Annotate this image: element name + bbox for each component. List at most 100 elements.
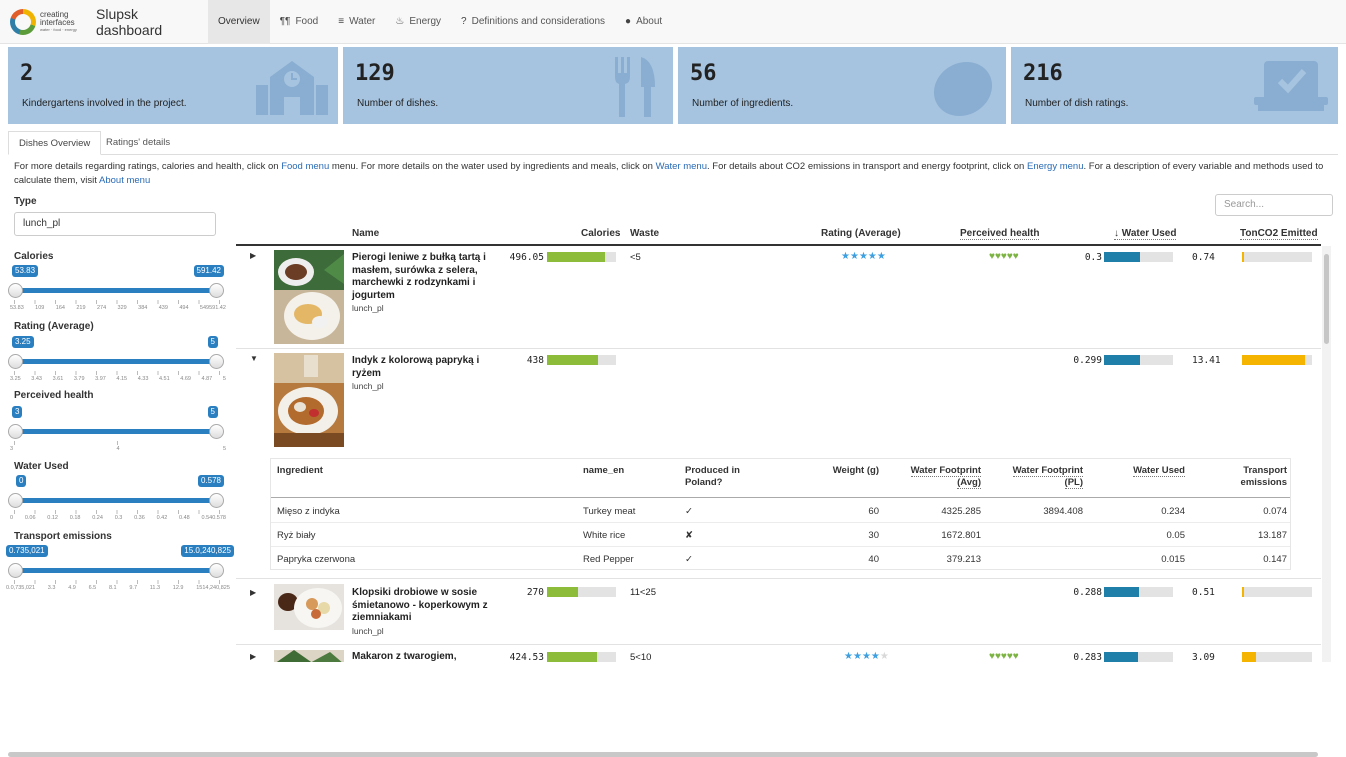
- water-slider[interactable]: 0 0.578 0 0.06 0.12 0.18 0.24 0.3 0.36 0.42 0.48…: [8, 471, 226, 521]
- grid-label: 4.9: [68, 585, 76, 591]
- col-transport[interactable]: Transport emissions: [1221, 465, 1287, 489]
- nav-about[interactable]: ● About: [615, 0, 672, 44]
- col-ingredient[interactable]: Ingredient: [277, 465, 323, 477]
- slider-max-handle[interactable]: [209, 493, 224, 508]
- health-slider[interactable]: 3 5 3 4 5: [8, 402, 226, 452]
- row-divider: [271, 546, 1290, 547]
- slider-range: [14, 498, 214, 503]
- slider-max-handle[interactable]: [209, 424, 224, 439]
- col-health[interactable]: Perceived health: [960, 228, 1040, 240]
- transport-slider[interactable]: 0.735,021 15.0,240,825 0.0,735,021 3.3 4.9…: [6, 541, 234, 591]
- nav-water[interactable]: ≡ Water: [328, 0, 385, 44]
- type-select[interactable]: lunch_pl: [14, 212, 216, 236]
- ingredient-name: Ryż biały: [277, 530, 316, 541]
- star-icon: ★: [870, 651, 880, 662]
- bars-icon: ≡: [338, 16, 345, 27]
- slider-range: [14, 288, 214, 293]
- about-menu-link[interactable]: About menu: [99, 175, 150, 186]
- search-input[interactable]: Search...: [1215, 194, 1333, 216]
- wf-avg-value: 1672.801: [941, 530, 981, 541]
- col-wf-avg[interactable]: Water Footprint (Avg): [903, 465, 981, 489]
- co2-bar-fill: [1242, 587, 1245, 597]
- calories-bar-fill: [547, 355, 599, 365]
- page-horizontal-scrollbar[interactable]: [8, 752, 1318, 757]
- check-box-icon: [1254, 61, 1328, 111]
- grid-label: 219: [76, 305, 86, 311]
- dish-name-text: Klopsiki drobiowe w sosie śmietanowo - k…: [352, 587, 488, 623]
- col-name-en[interactable]: name_en: [583, 465, 624, 477]
- grid-label: 3.3: [47, 585, 56, 591]
- tab-ratings-details[interactable]: Ratings' details: [96, 131, 180, 155]
- dish-photo: [274, 353, 344, 447]
- calories-bar: [547, 587, 616, 597]
- nav-definitions[interactable]: ? Definitions and considerations: [451, 0, 615, 44]
- slider-max-value: 5: [207, 336, 218, 348]
- grid-label: 4.33: [137, 376, 149, 382]
- app-title: Slupsk dashboard: [96, 5, 163, 38]
- calories-value: 438: [526, 355, 544, 366]
- dish-name: Makaron z twarogiem,: [352, 651, 492, 662]
- energy-menu-link[interactable]: Energy menu: [1027, 161, 1084, 172]
- slider-range: [14, 429, 214, 434]
- calories-slider[interactable]: 53.83 591.42 53.83 109 164 219 274 329 384 439 4…: [8, 261, 226, 311]
- row-divider: [271, 522, 1290, 523]
- nav-energy[interactable]: ♨ Energy: [385, 0, 451, 44]
- col-rating[interactable]: Rating (Average): [821, 228, 901, 239]
- col-wf-pl[interactable]: Water Footprint (PL): [1005, 465, 1083, 489]
- grid-label: 109: [35, 305, 45, 311]
- info-text-part: menu. For more details on the water used…: [329, 161, 656, 172]
- col-calories[interactable]: Calories: [581, 228, 620, 239]
- col-waste[interactable]: Waste: [630, 228, 659, 239]
- grid-label: 0.06: [24, 515, 36, 521]
- expand-icon[interactable]: ▶: [250, 588, 256, 597]
- slider-max-handle[interactable]: [209, 283, 224, 298]
- water-bar-fill: [1104, 355, 1140, 365]
- grid-label: 5: [222, 376, 226, 382]
- col-produced[interactable]: Produced in Poland?: [685, 465, 765, 489]
- slider-min-handle[interactable]: [8, 563, 23, 578]
- col-water-used[interactable]: Water Used: [1117, 465, 1185, 477]
- star-icon: ★: [844, 651, 853, 662]
- school-icon: [256, 61, 328, 115]
- dish-name: Pierogi leniwe z bułką tartą i masłem, s…: [352, 252, 492, 315]
- slider-min-handle[interactable]: [8, 424, 23, 439]
- grid-label: 329: [117, 305, 127, 311]
- grid-label: 5: [222, 446, 226, 452]
- nav-overview[interactable]: Overview: [208, 0, 270, 44]
- star-icon: ★: [849, 251, 859, 262]
- logo-ring-icon: [10, 8, 36, 35]
- rating-stars: ★★★★★: [844, 651, 889, 662]
- value-box-ratings: 216 Number of dish ratings.: [1011, 47, 1338, 124]
- slider-min-handle[interactable]: [8, 354, 23, 369]
- expand-icon[interactable]: ▶: [250, 251, 256, 260]
- col-weight[interactable]: Weight (g): [811, 465, 879, 477]
- table-vertical-scrollbar[interactable]: [1322, 246, 1331, 662]
- scrollbar-thumb[interactable]: [1324, 254, 1329, 344]
- grid-label: 0.3: [114, 515, 123, 521]
- collapse-icon[interactable]: ▼: [250, 354, 258, 363]
- slider-max-handle[interactable]: [209, 354, 224, 369]
- water-menu-link[interactable]: Water menu: [656, 161, 707, 172]
- expand-icon[interactable]: ▶: [250, 652, 256, 661]
- weight-value: 40: [868, 554, 879, 565]
- col-water-used[interactable]: ↓ Water Used: [1114, 228, 1177, 240]
- slider-min-handle[interactable]: [8, 493, 23, 508]
- rating-slider[interactable]: 3.25 5 3.25 3.43 3.61 3.79 3.97 4.15 4.33 4.51 4…: [8, 332, 226, 382]
- col-name[interactable]: Name: [352, 228, 379, 239]
- slider-max-handle[interactable]: [209, 563, 224, 578]
- ingredient-name-en: Turkey meat: [583, 506, 636, 517]
- dish-type: lunch_pl: [352, 625, 384, 636]
- co2-bar-fill: [1242, 652, 1256, 662]
- calories-value: 496.05: [509, 252, 544, 263]
- nav-menu: Overview ¶¶ Food ≡ Water ♨ Energy ? Definiti…: [208, 0, 672, 44]
- food-menu-link[interactable]: Food menu: [281, 161, 329, 172]
- tab-dishes-overview[interactable]: Dishes Overview: [8, 131, 102, 155]
- slider-max-value: 15.0,240,825: [181, 545, 234, 557]
- value-box-dishes: 129 Number of dishes.: [343, 47, 673, 124]
- slider-min-handle[interactable]: [8, 283, 23, 298]
- produced-in-poland: ✓: [685, 506, 693, 517]
- grid-label: 0.0,735,021: [6, 585, 36, 591]
- col-co2[interactable]: TonCO2 Emitted: [1240, 228, 1318, 240]
- brand[interactable]: creating interfaces water · food · energ…: [0, 6, 208, 38]
- nav-food[interactable]: ¶¶ Food: [270, 0, 329, 44]
